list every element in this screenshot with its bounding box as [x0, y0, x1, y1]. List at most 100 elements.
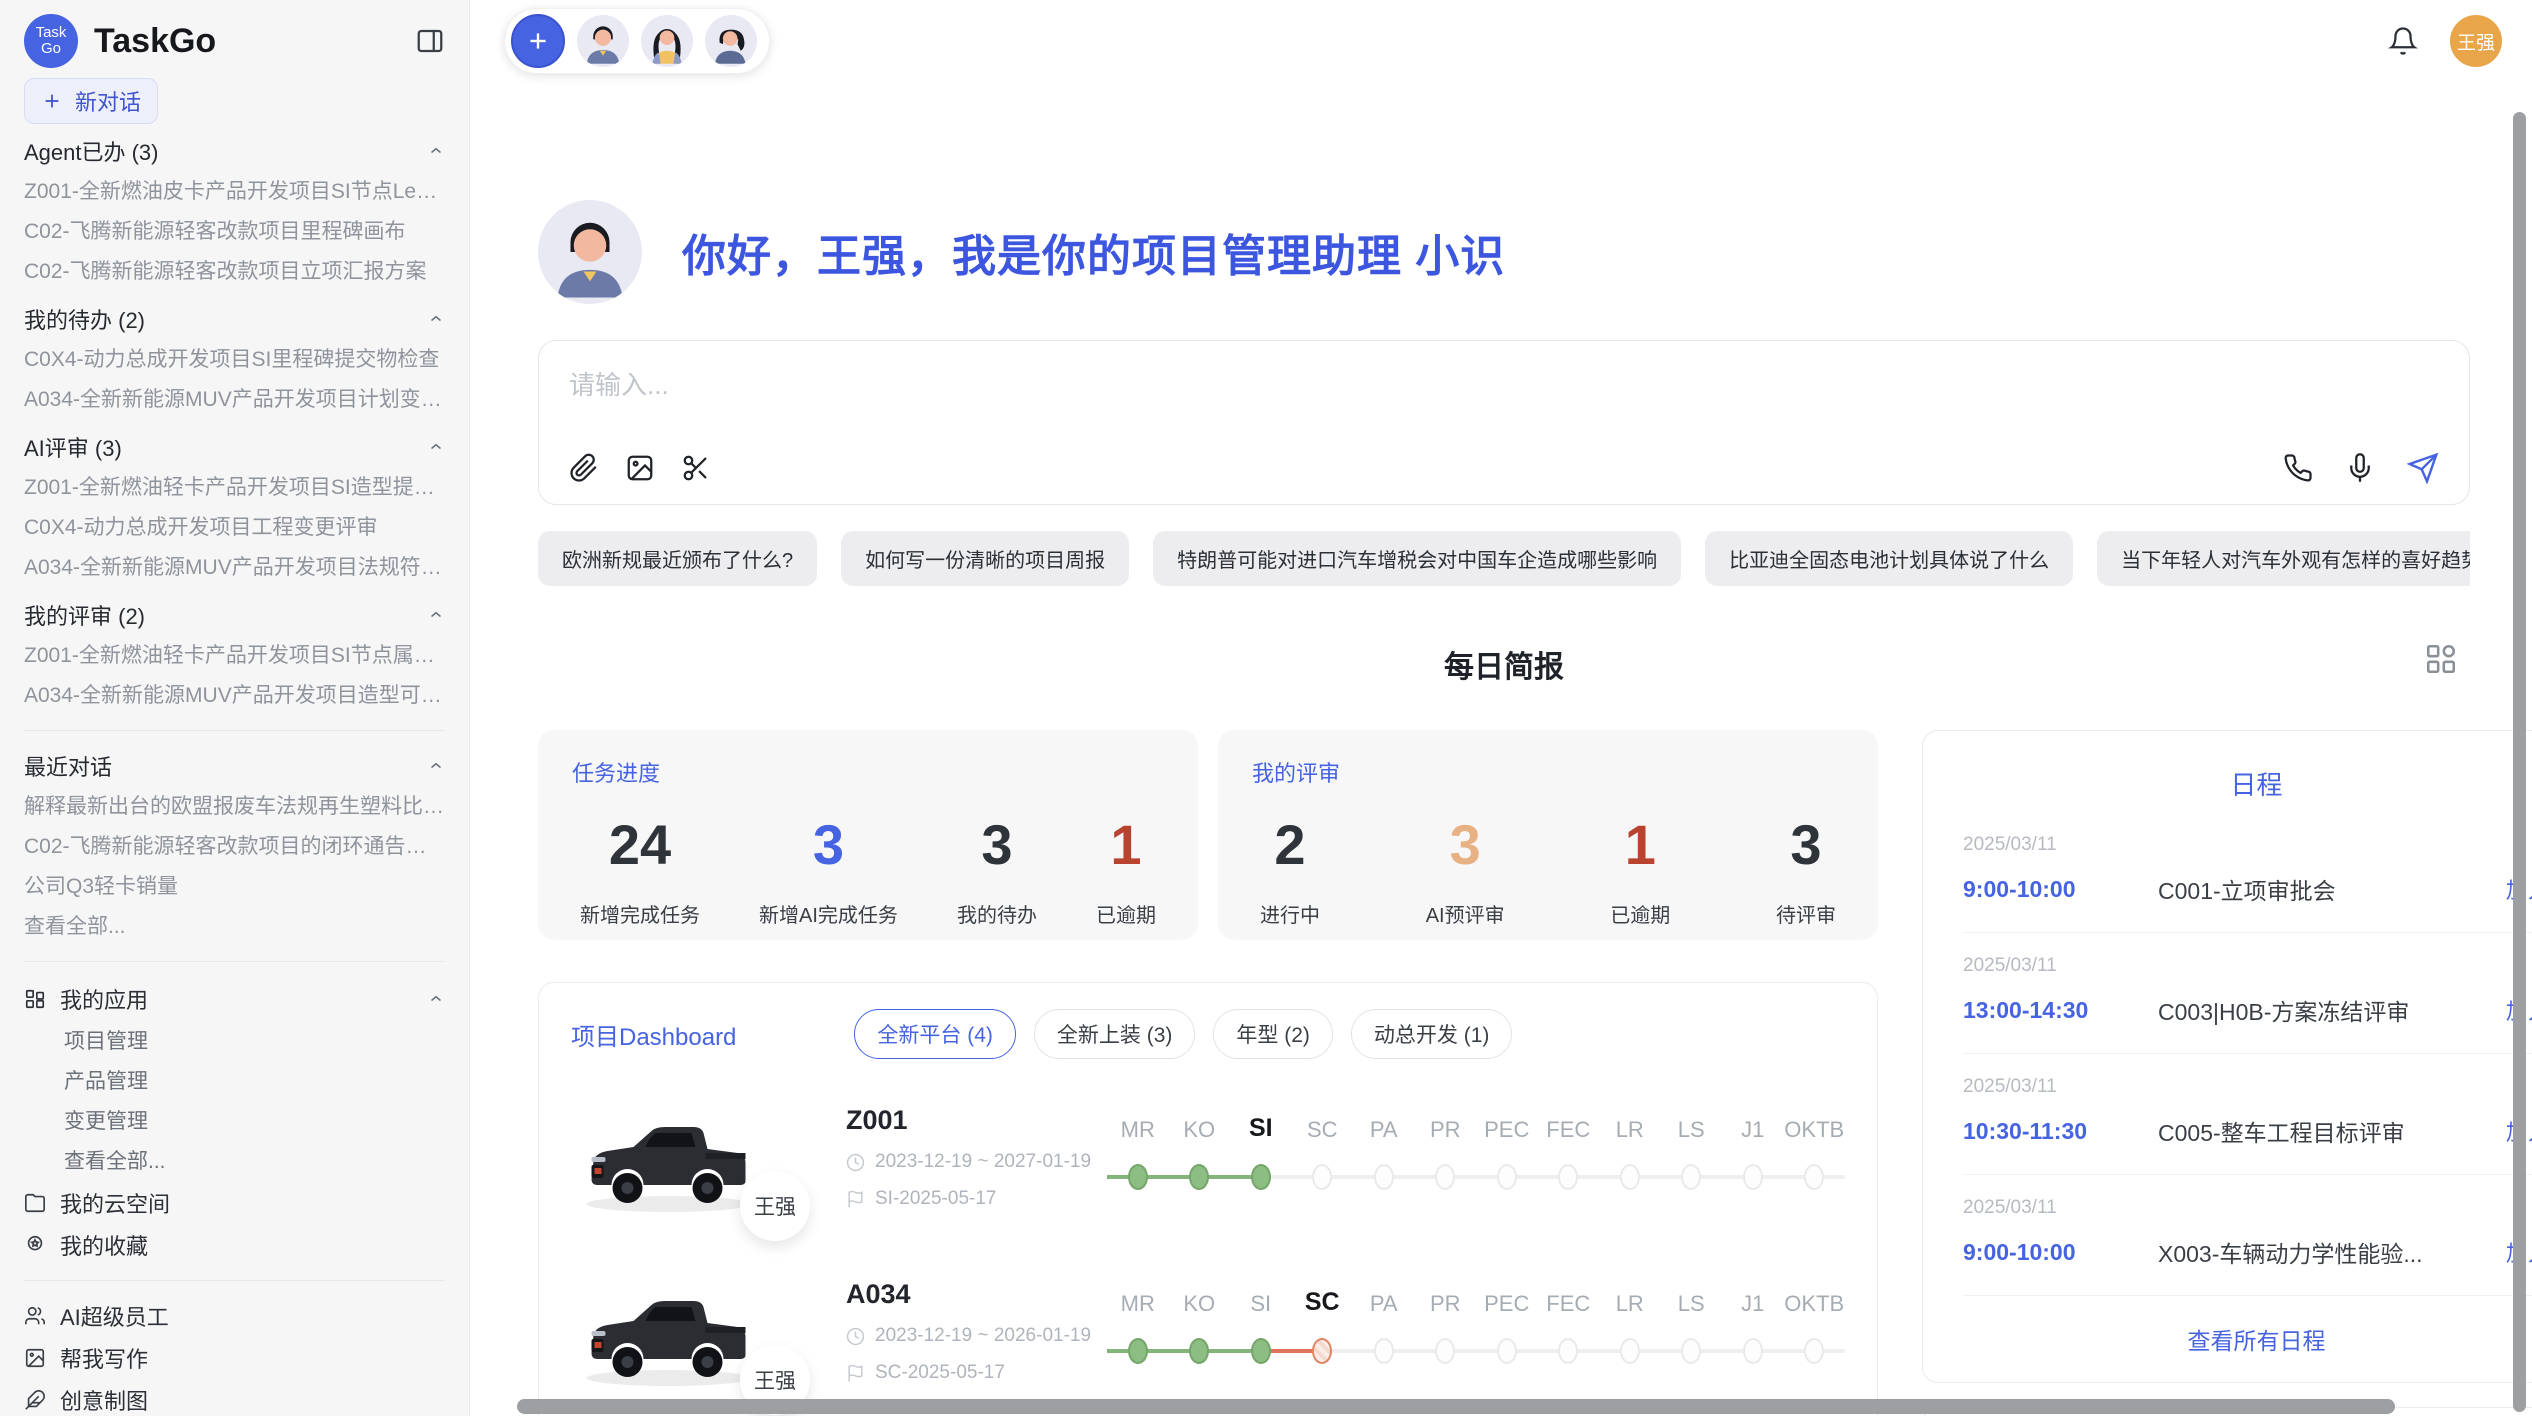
app-menu-item[interactable]: 产品管理 — [24, 1062, 445, 1102]
dashboard-filter-chip[interactable]: 全新平台 (4) — [854, 1009, 1016, 1059]
sidebar-task-item[interactable]: C0X4-动力总成开发项目SI里程碑提交物检查 — [24, 340, 445, 380]
sidebar-task-item[interactable]: C0X4-动力总成开发项目工程变更评审 — [24, 508, 445, 548]
my-apps-header[interactable]: 我的应用 — [24, 976, 445, 1022]
agent-avatar-male[interactable] — [577, 15, 629, 67]
my-apps-list: 项目管理 产品管理 变更管理 查看全部... — [24, 1022, 445, 1182]
app-menu-item[interactable]: 项目管理 — [24, 1022, 445, 1062]
milestone-track — [1107, 1159, 1169, 1195]
milestone-column: KO — [1169, 1283, 1231, 1369]
chevron-up-icon[interactable] — [427, 142, 445, 160]
chevron-up-icon[interactable] — [427, 757, 445, 775]
project-next-row: SC-2025-05-17 — [846, 1362, 1101, 1384]
milestone-label: LR — [1616, 1283, 1644, 1317]
stat-value: 3 — [1790, 812, 1821, 877]
sidebar-task-item[interactable]: Z001-全新燃油皮卡产品开发项目SI节点Lesson Learn报告 — [24, 172, 445, 212]
stat-label: 已逾期 — [1610, 899, 1670, 928]
stat-cards: 任务进度 24 新增完成任务 — [538, 730, 1878, 940]
chevron-up-icon[interactable] — [427, 310, 445, 328]
ai-staff-label: AI超级员工 — [60, 1300, 169, 1332]
milestone-column: PEC — [1476, 1109, 1538, 1195]
send-icon[interactable] — [2407, 452, 2439, 484]
creative-draw-item[interactable]: 创意制图 — [24, 1379, 445, 1416]
plus-icon — [41, 90, 63, 112]
ai-staff-item[interactable]: AI超级员工 — [24, 1295, 445, 1337]
stat-value: 2 — [1274, 812, 1305, 877]
sidebar-section-header[interactable]: AI评审 (3) — [24, 426, 445, 468]
schedule-row: 10:30-11:30 C005-整车工程目标评审 加入 — [1963, 1114, 2532, 1148]
milestone-dot — [1435, 1338, 1455, 1364]
help-write-label: 帮我写作 — [60, 1342, 148, 1374]
milestone-column: OKTB — [1784, 1109, 1846, 1195]
milestone-track — [1538, 1159, 1600, 1195]
milestone-dot — [1497, 1164, 1517, 1190]
milestone-label: PA — [1370, 1109, 1398, 1143]
horizontal-scrollbar[interactable] — [517, 1399, 2395, 1414]
sidebar-collapse-icon[interactable] — [415, 26, 445, 56]
sidebar-section-header[interactable]: Agent已办 (3) — [24, 130, 445, 172]
sidebar-section-header[interactable]: 我的评审 (2) — [24, 594, 445, 636]
cloud-space-item[interactable]: 我的云空间 — [24, 1182, 445, 1224]
logo-line1: Task — [36, 25, 67, 41]
recent-chats-header[interactable]: 最近对话 — [24, 745, 445, 787]
recent-chat-item[interactable]: 查看全部... — [24, 907, 445, 947]
microphone-icon[interactable] — [2345, 453, 2375, 483]
agent-avatar-female-2[interactable] — [705, 15, 757, 67]
milestone-column: MR — [1107, 1109, 1169, 1195]
milestone-dot — [1558, 1338, 1578, 1364]
app-menu-item[interactable]: 查看全部... — [24, 1142, 445, 1182]
sidebar-task-item[interactable]: A034-全新新能源MUV产品开发项目计划变更表编写 — [24, 380, 445, 420]
new-chat-button[interactable]: 新对话 — [24, 78, 158, 124]
user-avatar[interactable]: 王强 — [2450, 15, 2502, 67]
sidebar-section-header[interactable]: 我的待办 (2) — [24, 298, 445, 340]
suggestion-chip[interactable]: 当下年轻人对汽车外观有怎样的喜好趋势 — [2097, 531, 2470, 586]
milestone-column: MR — [1107, 1283, 1169, 1369]
schedule-title: 日程 — [1963, 765, 2532, 802]
project-row[interactable]: 王强 A034 2023-12-19 ~ 2026-01 — [571, 1279, 1845, 1391]
scissors-icon[interactable] — [681, 453, 711, 483]
sidebar-task-item[interactable]: C02-飞腾新能源轻客改款项目里程碑画布 — [24, 212, 445, 252]
suggestion-chip[interactable]: 如何写一份清晰的项目周报 — [841, 531, 1129, 586]
view-all-schedule-link[interactable]: 查看所有日程 — [1963, 1296, 2532, 1374]
chevron-up-icon[interactable] — [427, 438, 445, 456]
recent-chat-item[interactable]: 解释最新出台的欧盟报废车法规再生塑料比例被调至15%... — [24, 787, 445, 827]
add-agent-button[interactable] — [511, 14, 565, 68]
dashboard-filter-chip[interactable]: 年型 (2) — [1213, 1009, 1333, 1059]
app-menu-item[interactable]: 变更管理 — [24, 1102, 445, 1142]
sidebar-task-item[interactable]: C02-飞腾新能源轻客改款项目立项汇报方案 — [24, 252, 445, 292]
agent-avatar-female-1[interactable] — [641, 15, 693, 67]
favorites-item[interactable]: 我的收藏 — [24, 1224, 445, 1266]
plus-icon — [525, 28, 551, 54]
composer-actions — [2283, 452, 2439, 484]
milestone-label: J1 — [1741, 1283, 1764, 1317]
suggestion-chip[interactable]: 特朗普可能对进口汽车增税会对中国车企造成哪些影响 — [1153, 531, 1681, 586]
schedule-item: 2025/03/11 10:30-11:30 C005-整车工程目标评审 加入 — [1963, 1054, 2532, 1175]
dashboard-header: 项目Dashboard 全新平台 (4) 全新上装 (3) 年型 (2) — [571, 1009, 1845, 1059]
sidebar-task-item[interactable]: Z001-全新燃油轻卡产品开发项目SI造型提交物评审 — [24, 468, 445, 508]
suggestion-chip[interactable]: 欧洲新规最近颁布了什么? — [538, 531, 817, 586]
chevron-up-icon[interactable] — [427, 606, 445, 624]
milestone-dot — [1189, 1164, 1209, 1190]
project-row[interactable]: 王强 Z001 2023-12-19 ~ 2027-01 — [571, 1105, 1845, 1217]
sidebar-task-item[interactable]: A034-全新新能源MUV产品开发项目法规符合性评审 — [24, 548, 445, 588]
sidebar-task-item[interactable]: Z001-全新燃油轻卡产品开发项目SI节点属性5D文件评审 — [24, 636, 445, 676]
phone-call-icon[interactable] — [2283, 453, 2313, 483]
notification-bell-icon[interactable] — [2388, 26, 2418, 56]
sidebar-task-item[interactable]: A034-全新新能源MUV产品开发项目造型可行性评审 — [24, 676, 445, 716]
project-dashboard-card: 项目Dashboard 全新平台 (4) 全新上装 (3) 年型 (2) — [538, 982, 1878, 1416]
dashboard-filter-chip[interactable]: 全新上装 (3) — [1034, 1009, 1196, 1059]
vertical-scrollbar[interactable] — [2513, 112, 2526, 1412]
stat-card: 我的评审 2 进行中 — [1218, 730, 1878, 940]
chevron-up-icon[interactable] — [427, 990, 445, 1008]
attachment-icon[interactable] — [569, 453, 599, 483]
chat-composer — [538, 340, 2470, 505]
sidebar-section-title: 我的评审 (2) — [24, 599, 145, 631]
image-upload-icon[interactable] — [625, 453, 655, 483]
chat-input[interactable] — [569, 365, 2439, 452]
recent-chat-item[interactable]: 公司Q3轻卡销量 — [24, 867, 445, 907]
suggestion-chip[interactable]: 比亚迪全固态电池计划具体说了什么 — [1705, 531, 2073, 586]
milestone-label: FEC — [1546, 1283, 1590, 1317]
recent-chat-item[interactable]: C02-飞腾新能源轻客改款项目的闭环通告反馈情况 — [24, 827, 445, 867]
help-write-item[interactable]: 帮我写作 — [24, 1337, 445, 1379]
layout-grid-icon[interactable] — [2424, 642, 2458, 676]
dashboard-filter-chip[interactable]: 动总开发 (1) — [1351, 1009, 1513, 1059]
